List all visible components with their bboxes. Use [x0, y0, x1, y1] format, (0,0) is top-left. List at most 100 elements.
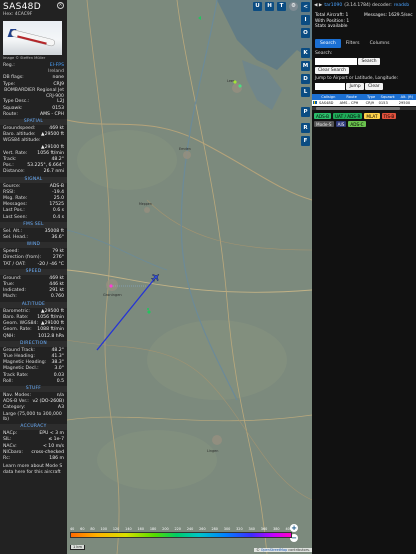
tab-search[interactable]: Search [315, 39, 341, 48]
detail-row-value: -20 / -46 °C [37, 261, 64, 267]
detail-row: Last Seen: 0.4 s [0, 215, 67, 221]
scrollbar-thumb[interactable] [316, 107, 400, 110]
reg-label: Reg.: [3, 63, 15, 68]
map-button-u[interactable]: U [253, 2, 262, 11]
type-value: CRJ9 [53, 81, 64, 87]
badge-mlat[interactable]: MLAT [364, 113, 380, 119]
tar1090-link[interactable]: tar1090 [324, 3, 342, 8]
clear-search-button[interactable]: Clear Search [315, 67, 349, 74]
messages-rate: Messages: 1629.5/sec [364, 13, 413, 18]
detail-row-value: 26.7 nmi [43, 169, 64, 175]
map-button-k[interactable]: K [301, 48, 310, 58]
map-button-f[interactable]: F [301, 136, 310, 146]
aircraft-photo[interactable] [3, 21, 62, 55]
section-altitude: ALTITUDE [0, 301, 67, 308]
jump-button[interactable]: Jump [346, 83, 364, 90]
badge-modes[interactable]: Mode-S [314, 121, 334, 127]
detail-row-label: Rc: [3, 455, 11, 461]
map-button-d[interactable]: D [301, 74, 310, 84]
total-aircraft: Total Aircraft: 1 [315, 13, 349, 18]
detail-header: SAS48D Hex: 4CAC9F × [0, 0, 67, 19]
table-scrollbar[interactable] [312, 107, 416, 110]
fms-rows: Sel. Alt.: 35008 ft Sel. Head.: 36.6° [0, 229, 67, 241]
nav-arrows-icon[interactable]: ◀ ▶ [314, 3, 322, 8]
route-value: AMS - CPH [39, 111, 64, 117]
altitude-color-legend[interactable] [70, 532, 292, 538]
tab-columns[interactable]: Columns [365, 39, 395, 48]
detail-row-label: Category: [3, 405, 26, 411]
section-speed: SPEED [0, 268, 67, 275]
badge-adsc[interactable]: ADS-C [348, 121, 366, 127]
version-text: (3.14.1784) decoder: [344, 2, 392, 8]
photo-credit[interactable]: Image © Steffen Müller [3, 56, 64, 60]
detail-row-value: 0.4 s [52, 214, 64, 220]
detail-row-value: 1012.8 hPa [38, 333, 64, 339]
town-label-2: Emden [179, 147, 191, 151]
close-detail-button[interactable]: × [57, 2, 64, 9]
version-bar: ◀ ▶ tar1090 (3.14.1784) decoder: readsb [312, 0, 416, 10]
detail-row-label: Last Seen: [3, 214, 28, 220]
badge-tisb[interactable]: TIS-B [381, 113, 397, 119]
detail-row: Roll: 0.5 [0, 379, 67, 385]
search-section: Search: Search Clear Search Jump to Airp… [315, 51, 413, 90]
toggle-sidebar-button[interactable]: < [301, 2, 310, 12]
spatial-rows: Groundspeed: 469 kt Baro. altitude: ▲29500 … [0, 126, 67, 176]
right-sidebar: ◀ ▶ tar1090 (3.14.1784) decoder: readsb … [312, 0, 416, 554]
detail-row-label: Sel. Head.: [3, 235, 28, 241]
sidebar-tabs: Search Filters Columns [315, 39, 413, 48]
accuracy-rows: NACp: EPU < 3 m SIL: ≤ 1e-7 NACv: < 10 m/s NIC… [0, 431, 67, 462]
map-canvas[interactable]: Groningen Emden Leer Meppen Lingen [67, 0, 312, 554]
detail-row-value: ▲29500 ft [41, 132, 64, 138]
footer-link[interactable]: Learn more about Mode S data here for th… [0, 464, 67, 476]
detail-row: QNH: 1012.8 hPa [0, 334, 67, 340]
altitude-rows: Barometric: ▲29500 ft Baro. Rate: 1056 ft/m… [0, 309, 67, 340]
clear-jump-button[interactable]: Clear [365, 83, 383, 90]
map-button-h[interactable]: H [265, 2, 274, 11]
map-button-l[interactable]: L [301, 87, 310, 97]
section-accuracy: ACCURACY [0, 424, 67, 431]
map-button-i[interactable]: I [301, 15, 310, 25]
detail-row: Sel. Head.: 36.6° [0, 235, 67, 241]
badge-adsb[interactable]: ADS-B [314, 113, 331, 119]
speed-rows: Ground: 469 kt True: 446 kt Indicated: 291 kt… [0, 276, 67, 301]
search-input[interactable] [315, 58, 357, 65]
detail-row-value: 0.760 [50, 294, 64, 300]
attrib-prefix: © [256, 548, 260, 552]
map-button-p[interactable]: P [301, 107, 310, 117]
search-button[interactable]: Search [358, 58, 380, 65]
row-route: AMS - CPH [338, 100, 365, 106]
decoder-link[interactable]: readsb [394, 3, 409, 8]
town-label-1: Groningen [103, 293, 122, 297]
map-button-r[interactable]: R [301, 123, 310, 133]
osm-link[interactable]: OpenStreetMap [261, 548, 288, 552]
detail-row-label: WGS84 altitude: [3, 138, 41, 144]
photo-fuselage [10, 29, 56, 47]
map-button-t[interactable]: T [277, 2, 286, 11]
with-position: With Position: 1 [315, 18, 350, 24]
direction-rows: Ground Track: 48.2° True Heading: 41.3° Magn… [0, 348, 67, 385]
map-button-m[interactable]: M [301, 61, 310, 71]
table-row[interactable]: SAS48D AMS - CPH CRJ9 0153 29500 [312, 100, 416, 106]
search-label: Search: [315, 51, 333, 56]
map-view[interactable]: Groningen Emden Leer Meppen Lingen U H T… [67, 0, 312, 554]
detail-row-value: A3 [57, 405, 64, 411]
stuff-rows: Nav. Modes: n/a ADS-B Ver.: v2 (DO-260B) Cat… [0, 393, 67, 412]
wind-rows: Speed: 79 kt Direction (from): 276° TAT / OA… [0, 249, 67, 268]
badge-uat[interactable]: UAT / ADS-R [332, 113, 363, 119]
section-wind: WIND [0, 242, 67, 249]
detail-callsign: SAS48D [3, 2, 41, 12]
detail-row-label: QNH: [3, 333, 16, 339]
section-direction: DIRECTION [0, 340, 67, 347]
jump-label: Jump to Airport or Latitude, Longitude: [315, 76, 399, 81]
detail-row-label: Mach: [3, 294, 17, 300]
detail-row-value: 186 m [49, 455, 64, 461]
type-label: Type: [3, 81, 16, 87]
stats-available[interactable]: Stats available [315, 24, 364, 29]
map-button-o[interactable]: O [301, 28, 310, 38]
badge-ais[interactable]: AIS [335, 121, 347, 127]
detail-row-value: 36.6° [51, 235, 64, 241]
jump-input[interactable] [315, 83, 345, 90]
settings-icon[interactable]: ⚙ [289, 2, 298, 11]
detail-row-label: Distance: [3, 169, 25, 175]
tab-filters[interactable]: Filters [341, 39, 365, 48]
